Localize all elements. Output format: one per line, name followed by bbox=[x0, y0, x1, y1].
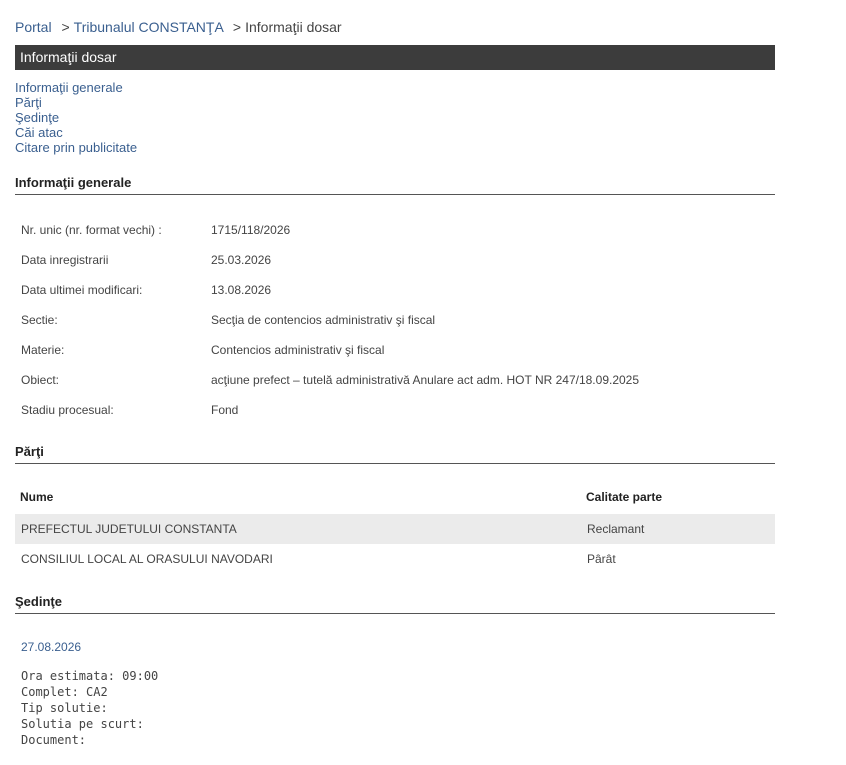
party-role: Reclamant bbox=[587, 522, 645, 536]
hearing-detail: Solutia pe scurt: bbox=[21, 717, 144, 731]
nav-link-sedinte[interactable]: Şedinţe bbox=[15, 110, 137, 125]
info-label: Stadiu procesual: bbox=[21, 403, 114, 417]
party-name: PREFECTUL JUDETULUI CONSTANTA bbox=[21, 522, 237, 536]
info-label: Sectie: bbox=[21, 313, 58, 327]
page-title: Informaţii dosar bbox=[20, 49, 117, 65]
section-title-sedinte: Şedinţe bbox=[15, 594, 775, 614]
info-value: Contencios administrativ şi fiscal bbox=[211, 343, 385, 357]
info-value: 1715/118/2026 bbox=[211, 223, 291, 237]
info-label: Materie: bbox=[21, 343, 65, 357]
breadcrumb: Portal > Tribunalul CONSTANŢA > Informaţii… bbox=[15, 19, 342, 35]
info-value: acţiune prefect – tutelă administrativă … bbox=[211, 373, 640, 387]
nav-link-parti[interactable]: Părţi bbox=[15, 95, 137, 110]
hearing-detail: Complet: CA2 bbox=[21, 685, 108, 699]
hearing-block: 27.08.2026 Ora estimata: 09:00 Complet: … bbox=[21, 640, 158, 748]
table-row: PREFECTUL JUDETULUI CONSTANTA Reclamant bbox=[15, 514, 775, 544]
nav-link-informatii-generale[interactable]: Informaţii generale bbox=[15, 80, 137, 95]
hearing-date: 27.08.2026 bbox=[21, 640, 82, 654]
column-header-role: Calitate parte bbox=[586, 490, 663, 504]
breadcrumb-current: Informaţii dosar bbox=[245, 19, 342, 35]
section-title-general: Informaţii generale bbox=[15, 175, 775, 195]
info-label: Nr. unic (nr. format vechi) : bbox=[21, 223, 162, 237]
breadcrumb-separator: > bbox=[232, 19, 242, 35]
nav-link-cai-atac[interactable]: Căi atac bbox=[15, 125, 137, 140]
info-value: Fond bbox=[211, 403, 239, 417]
info-value: Secţia de contencios administrativ şi fi… bbox=[211, 313, 436, 327]
section-nav: Informaţii generale Părţi Şedinţe Căi at… bbox=[15, 80, 137, 155]
party-role: Pârât bbox=[587, 552, 616, 566]
info-value: 13.08.2026 bbox=[211, 283, 272, 297]
info-label: Data inregistrarii bbox=[21, 253, 109, 267]
info-value: 25.03.2026 bbox=[211, 253, 272, 267]
info-label: Data ultimei modificari: bbox=[21, 283, 143, 297]
section-title-parti: Părţi bbox=[15, 444, 775, 464]
hearing-detail: Document: bbox=[21, 733, 87, 747]
page-title-bar: Informaţii dosar bbox=[15, 45, 775, 70]
table-row: CONSILIUL LOCAL AL ORASULUI NAVODARI Pâr… bbox=[15, 544, 775, 574]
nav-link-citare-prin-publicitate[interactable]: Citare prin publicitate bbox=[15, 140, 137, 155]
hearing-detail: Ora estimata: 09:00 bbox=[21, 669, 159, 683]
breadcrumb-separator: > bbox=[61, 19, 70, 35]
info-label: Obiect: bbox=[21, 373, 60, 387]
hearing-detail: Tip solutie: bbox=[21, 701, 108, 715]
party-name: CONSILIUL LOCAL AL ORASULUI NAVODARI bbox=[21, 552, 273, 566]
breadcrumb-court-link[interactable]: Tribunalul CONSTANŢA bbox=[74, 19, 223, 35]
breadcrumb-portal-link[interactable]: Portal bbox=[15, 19, 52, 35]
column-header-name: Nume bbox=[20, 490, 54, 504]
